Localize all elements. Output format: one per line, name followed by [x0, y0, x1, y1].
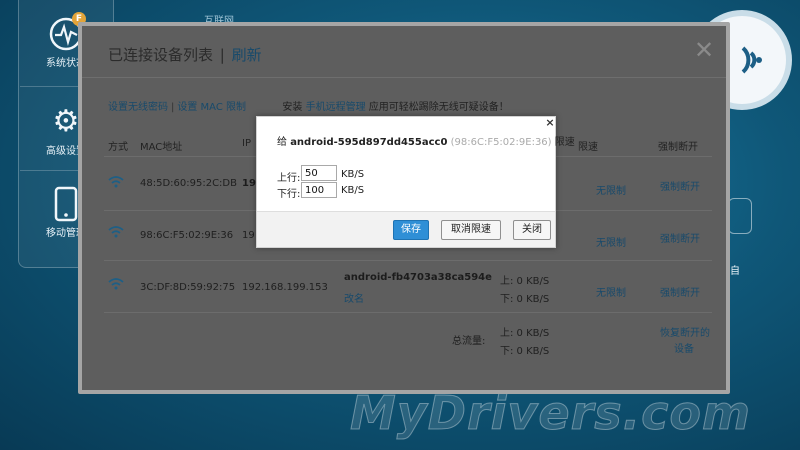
column-header-ip: IP [242, 138, 251, 149]
close-icon[interactable]: × [545, 117, 555, 129]
install-suffix: 应用可轻松踢除无线可疑设备！ [368, 102, 509, 113]
modal-title: 给 android-595d897dd455acc0 (98:6C:F5:02:… [277, 133, 575, 148]
device-outline-icon [728, 198, 752, 234]
title-prefix: 给 [277, 137, 287, 148]
row-divider [104, 312, 712, 313]
restore-disconnected-link-line2[interactable]: 设备 [674, 340, 694, 355]
column-header-mac: MAC地址 [140, 142, 183, 153]
force-disconnect-link[interactable]: 强制断开 [660, 178, 700, 193]
settings-links: 设置无线密码 | 设置 MAC 限制 安装 手机远程管理 应用可轻松踢除无线可疑设备… [108, 98, 509, 113]
upload-label: 上行: [277, 173, 301, 184]
dialog-header: 已连接设备列表 | 刷新 ✕ [82, 26, 726, 78]
speed-limit-link[interactable]: 无限制 [596, 234, 626, 249]
save-button[interactable]: 保存 [393, 220, 429, 240]
download-limit-input[interactable] [301, 182, 337, 198]
title-suffix: 限速 [554, 137, 575, 148]
upload-limit-input[interactable] [301, 165, 337, 181]
total-download: 下: 0 KB/S [500, 346, 550, 357]
download-speed: 下: 0 KB/S [500, 294, 550, 305]
modal-footer: 保存 取消限速 关闭 [257, 211, 555, 247]
watermark: MyDrivers.com [350, 386, 751, 441]
total-traffic-label: 总流量: [452, 336, 486, 347]
ip-address: 19 [242, 230, 255, 241]
force-disconnect-link[interactable]: 强制断开 [660, 230, 700, 245]
wifi-icon [108, 278, 124, 290]
close-icon[interactable]: ✕ [694, 38, 714, 62]
right-label: 自 [730, 266, 740, 277]
mac-address: 3C:DF:8D:59:92:75 [140, 282, 236, 293]
device-name: android-fb4703a38ca594e [344, 272, 492, 283]
ip-address: 192.168.199.153 [242, 282, 328, 293]
total-upload: 上: 0 KB/S [500, 328, 550, 339]
speed-limit-link[interactable]: 无限制 [596, 182, 626, 197]
close-button[interactable]: 关闭 [513, 220, 551, 240]
wifi-icon [108, 226, 124, 238]
set-mac-limit-link[interactable]: 设置 MAC 限制 [177, 102, 246, 113]
upload-unit: KB/S [341, 169, 365, 180]
mobile-remote-app-link[interactable]: 手机远程管理 [306, 102, 366, 113]
set-wifi-password-link[interactable]: 设置无线密码 [108, 102, 168, 113]
mac-address: 98:6C:F5:02:9E:36 [140, 230, 234, 241]
title-separator: | [219, 46, 225, 64]
download-unit: KB/S [341, 185, 365, 196]
download-label: 下行: [277, 189, 301, 200]
dialog-title-text: 已连接设备列表 [108, 46, 214, 64]
dialog-title: 已连接设备列表 | 刷新 [108, 44, 262, 65]
refresh-link[interactable]: 刷新 [232, 46, 262, 64]
cancel-limit-button[interactable]: 取消限速 [441, 220, 501, 240]
column-header-limit: 限速 [578, 142, 598, 153]
column-header-mode: 方式 [108, 142, 128, 153]
upload-speed: 上: 0 KB/S [500, 276, 550, 287]
link-separator: | [171, 102, 175, 113]
device-mac: (98:6C:F5:02:9E:36) [450, 137, 552, 148]
row-divider [104, 260, 712, 261]
rename-link[interactable]: 改名 [344, 290, 364, 305]
device-name: android-595d897dd455acc0 [290, 137, 448, 148]
speed-limit-link[interactable]: 无限制 [596, 284, 626, 299]
mac-address: 48:5D:60:95:2C:DB [140, 178, 237, 189]
speed-limit-modal: × 给 android-595d897dd455acc0 (98:6C:F5:0… [256, 116, 575, 248]
install-prefix: 安装 [282, 102, 303, 113]
ip-address: 19 [242, 178, 256, 189]
column-header-force-disconnect: 强制断开 [658, 142, 698, 153]
wifi-icon [108, 176, 124, 188]
force-disconnect-link[interactable]: 强制断开 [660, 284, 700, 299]
restore-disconnected-link[interactable]: 恢复断开的 [660, 324, 710, 339]
